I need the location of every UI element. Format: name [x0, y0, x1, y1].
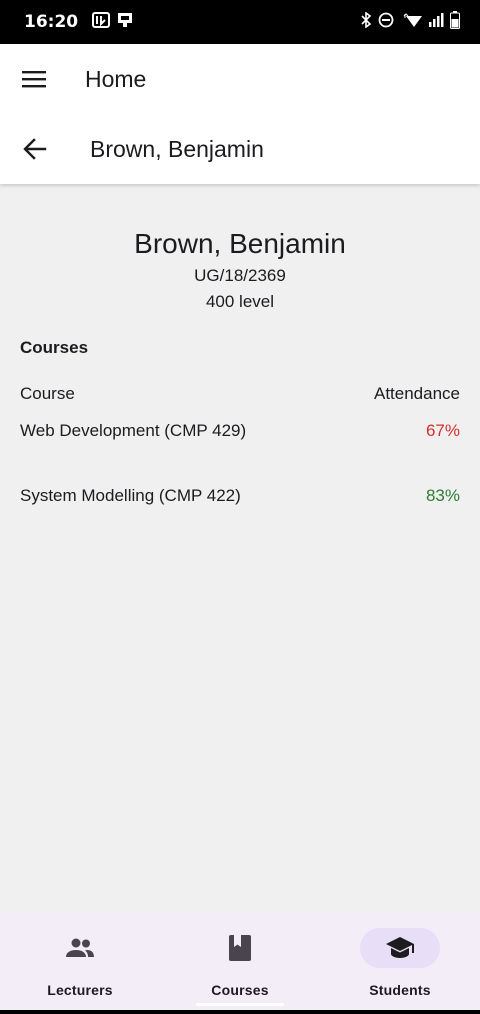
app-title: Home	[85, 65, 147, 92]
nav-icon-container	[200, 928, 280, 968]
courses-table-header: Course Attendance	[20, 384, 460, 404]
hamburger-menu-icon	[22, 71, 46, 88]
student-id: UG/18/2369	[194, 266, 286, 285]
status-bar: 16:20	[0, 0, 480, 44]
signal-icon	[428, 12, 444, 33]
column-header-course: Course	[20, 384, 75, 403]
nav-item-students[interactable]: Students	[320, 912, 480, 1010]
student-name: Brown, Benjamin	[134, 228, 346, 259]
student-level: 400 level	[205, 292, 275, 311]
nav-label: Courses	[211, 982, 269, 998]
course-row[interactable]: System Modelling (CMP 422) 83%	[20, 469, 460, 534]
detail-title: Brown, Benjamin	[90, 135, 264, 162]
course-attendance: 67%	[425, 421, 460, 440]
do-not-disturb-icon	[378, 12, 394, 33]
graduation-cap-icon	[386, 937, 414, 958]
nav-home-indicator	[196, 1003, 284, 1006]
bluetooth-icon	[360, 10, 372, 33]
courses-list: Web Development (CMP 429) 67% System Mod…	[0, 404, 480, 534]
status-right-icons	[360, 10, 460, 34]
course-row[interactable]: Web Development (CMP 429) 67%	[20, 404, 460, 469]
bottom-edge	[0, 1010, 480, 1014]
arrow-back-icon	[23, 138, 47, 160]
course-attendance: 83%	[425, 486, 460, 505]
nav-item-courses[interactable]: Courses	[160, 912, 320, 1010]
nav-item-lecturers[interactable]: Lecturers	[0, 912, 160, 1010]
top-app-bar: Home	[0, 44, 480, 114]
nav-label: Lecturers	[47, 982, 113, 998]
book-icon	[229, 935, 251, 961]
nfc-icon	[92, 11, 111, 33]
menu-button[interactable]	[12, 57, 56, 101]
bottom-navigation: Lecturers Courses Students	[0, 912, 480, 1010]
course-name: System Modelling (CMP 422)	[20, 486, 241, 505]
back-button[interactable]	[13, 127, 57, 171]
column-header-attendance: Attendance	[373, 384, 460, 403]
cast-icon	[116, 11, 134, 34]
people-icon	[66, 938, 94, 957]
student-detail: Brown, Benjamin UG/18/2369 400 level Cou…	[0, 184, 480, 534]
nav-label: Students	[369, 982, 431, 998]
nav-icon-container	[40, 928, 120, 968]
nav-icon-container	[360, 928, 440, 968]
wifi-icon	[400, 12, 422, 33]
status-time: 16:20	[24, 12, 79, 32]
course-name: Web Development (CMP 429)	[20, 421, 247, 440]
status-left-icons	[92, 11, 134, 34]
detail-header: Brown, Benjamin	[0, 114, 480, 184]
battery-icon	[450, 10, 460, 34]
courses-section-title: Courses	[20, 338, 89, 357]
